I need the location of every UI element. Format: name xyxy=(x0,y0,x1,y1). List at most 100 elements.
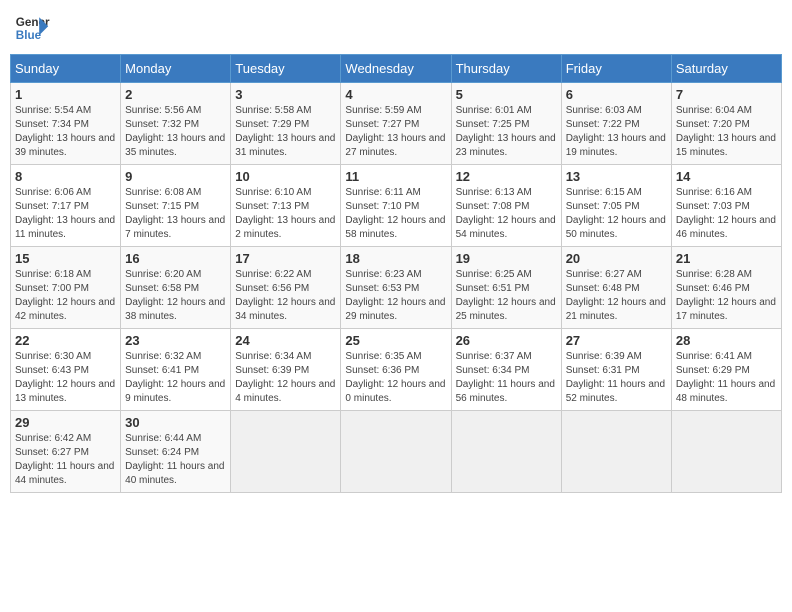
day-cell: 7 Sunrise: 6:04 AMSunset: 7:20 PMDayligh… xyxy=(671,83,781,165)
svg-text:Blue: Blue xyxy=(16,29,42,42)
day-number: 19 xyxy=(456,251,557,266)
day-number: 8 xyxy=(15,169,116,184)
day-number: 11 xyxy=(345,169,446,184)
day-info: Sunrise: 6:23 AMSunset: 6:53 PMDaylight:… xyxy=(345,268,446,324)
day-cell: 27 Sunrise: 6:39 AMSunset: 6:31 PMDaylig… xyxy=(561,329,671,411)
day-cell: 26 Sunrise: 6:37 AMSunset: 6:34 PMDaylig… xyxy=(451,329,561,411)
day-number: 21 xyxy=(676,251,777,266)
day-info: Sunrise: 6:34 AMSunset: 6:39 PMDaylight:… xyxy=(235,350,336,406)
day-of-week-header: Monday xyxy=(121,55,231,83)
day-number: 18 xyxy=(345,251,446,266)
day-info: Sunrise: 6:16 AMSunset: 7:03 PMDaylight:… xyxy=(676,186,777,242)
day-of-week-header: Thursday xyxy=(451,55,561,83)
day-cell: 2 Sunrise: 5:56 AMSunset: 7:32 PMDayligh… xyxy=(121,83,231,165)
day-number: 15 xyxy=(15,251,116,266)
day-info: Sunrise: 6:27 AMSunset: 6:48 PMDaylight:… xyxy=(566,268,667,324)
day-number: 16 xyxy=(125,251,226,266)
day-number: 17 xyxy=(235,251,336,266)
day-info: Sunrise: 6:01 AMSunset: 7:25 PMDaylight:… xyxy=(456,104,557,160)
day-info: Sunrise: 6:03 AMSunset: 7:22 PMDaylight:… xyxy=(566,104,667,160)
day-cell: 1 Sunrise: 5:54 AMSunset: 7:34 PMDayligh… xyxy=(11,83,121,165)
day-of-week-header: Tuesday xyxy=(231,55,341,83)
day-info: Sunrise: 5:54 AMSunset: 7:34 PMDaylight:… xyxy=(15,104,116,160)
day-cell: 12 Sunrise: 6:13 AMSunset: 7:08 PMDaylig… xyxy=(451,165,561,247)
day-info: Sunrise: 6:15 AMSunset: 7:05 PMDaylight:… xyxy=(566,186,667,242)
day-cell: 20 Sunrise: 6:27 AMSunset: 6:48 PMDaylig… xyxy=(561,247,671,329)
day-number: 27 xyxy=(566,333,667,348)
day-cell: 25 Sunrise: 6:35 AMSunset: 6:36 PMDaylig… xyxy=(341,329,451,411)
day-info: Sunrise: 6:08 AMSunset: 7:15 PMDaylight:… xyxy=(125,186,226,242)
day-info: Sunrise: 6:28 AMSunset: 6:46 PMDaylight:… xyxy=(676,268,777,324)
day-number: 9 xyxy=(125,169,226,184)
page-header: General Blue xyxy=(10,10,782,46)
empty-day-cell xyxy=(231,411,341,493)
day-of-week-header: Friday xyxy=(561,55,671,83)
day-info: Sunrise: 6:18 AMSunset: 7:00 PMDaylight:… xyxy=(15,268,116,324)
day-number: 3 xyxy=(235,87,336,102)
day-number: 12 xyxy=(456,169,557,184)
day-number: 24 xyxy=(235,333,336,348)
day-number: 10 xyxy=(235,169,336,184)
day-number: 23 xyxy=(125,333,226,348)
calendar-week-row: 22 Sunrise: 6:30 AMSunset: 6:43 PMDaylig… xyxy=(11,329,782,411)
calendar-week-row: 29 Sunrise: 6:42 AMSunset: 6:27 PMDaylig… xyxy=(11,411,782,493)
day-number: 30 xyxy=(125,415,226,430)
day-info: Sunrise: 6:42 AMSunset: 6:27 PMDaylight:… xyxy=(15,432,116,488)
day-cell: 22 Sunrise: 6:30 AMSunset: 6:43 PMDaylig… xyxy=(11,329,121,411)
day-info: Sunrise: 6:41 AMSunset: 6:29 PMDaylight:… xyxy=(676,350,777,406)
day-cell: 9 Sunrise: 6:08 AMSunset: 7:15 PMDayligh… xyxy=(121,165,231,247)
empty-day-cell xyxy=(671,411,781,493)
day-info: Sunrise: 6:44 AMSunset: 6:24 PMDaylight:… xyxy=(125,432,226,488)
day-cell: 16 Sunrise: 6:20 AMSunset: 6:58 PMDaylig… xyxy=(121,247,231,329)
day-cell: 17 Sunrise: 6:22 AMSunset: 6:56 PMDaylig… xyxy=(231,247,341,329)
calendar-week-row: 1 Sunrise: 5:54 AMSunset: 7:34 PMDayligh… xyxy=(11,83,782,165)
empty-day-cell xyxy=(561,411,671,493)
day-number: 2 xyxy=(125,87,226,102)
day-number: 13 xyxy=(566,169,667,184)
logo: General Blue xyxy=(14,10,50,46)
day-info: Sunrise: 5:56 AMSunset: 7:32 PMDaylight:… xyxy=(125,104,226,160)
day-info: Sunrise: 6:25 AMSunset: 6:51 PMDaylight:… xyxy=(456,268,557,324)
day-number: 5 xyxy=(456,87,557,102)
day-cell: 24 Sunrise: 6:34 AMSunset: 6:39 PMDaylig… xyxy=(231,329,341,411)
day-of-week-header: Saturday xyxy=(671,55,781,83)
day-number: 14 xyxy=(676,169,777,184)
day-info: Sunrise: 6:35 AMSunset: 6:36 PMDaylight:… xyxy=(345,350,446,406)
calendar-week-row: 8 Sunrise: 6:06 AMSunset: 7:17 PMDayligh… xyxy=(11,165,782,247)
day-cell: 21 Sunrise: 6:28 AMSunset: 6:46 PMDaylig… xyxy=(671,247,781,329)
day-info: Sunrise: 6:06 AMSunset: 7:17 PMDaylight:… xyxy=(15,186,116,242)
calendar-week-row: 15 Sunrise: 6:18 AMSunset: 7:00 PMDaylig… xyxy=(11,247,782,329)
day-number: 4 xyxy=(345,87,446,102)
day-info: Sunrise: 6:04 AMSunset: 7:20 PMDaylight:… xyxy=(676,104,777,160)
day-info: Sunrise: 6:30 AMSunset: 6:43 PMDaylight:… xyxy=(15,350,116,406)
day-cell: 18 Sunrise: 6:23 AMSunset: 6:53 PMDaylig… xyxy=(341,247,451,329)
day-cell: 29 Sunrise: 6:42 AMSunset: 6:27 PMDaylig… xyxy=(11,411,121,493)
day-info: Sunrise: 6:20 AMSunset: 6:58 PMDaylight:… xyxy=(125,268,226,324)
day-cell: 14 Sunrise: 6:16 AMSunset: 7:03 PMDaylig… xyxy=(671,165,781,247)
day-number: 20 xyxy=(566,251,667,266)
day-cell: 19 Sunrise: 6:25 AMSunset: 6:51 PMDaylig… xyxy=(451,247,561,329)
day-info: Sunrise: 6:32 AMSunset: 6:41 PMDaylight:… xyxy=(125,350,226,406)
day-cell: 3 Sunrise: 5:58 AMSunset: 7:29 PMDayligh… xyxy=(231,83,341,165)
logo-icon: General Blue xyxy=(14,10,50,46)
day-info: Sunrise: 5:59 AMSunset: 7:27 PMDaylight:… xyxy=(345,104,446,160)
calendar-table: SundayMondayTuesdayWednesdayThursdayFrid… xyxy=(10,54,782,493)
day-number: 7 xyxy=(676,87,777,102)
day-cell: 23 Sunrise: 6:32 AMSunset: 6:41 PMDaylig… xyxy=(121,329,231,411)
empty-day-cell xyxy=(451,411,561,493)
header-row: SundayMondayTuesdayWednesdayThursdayFrid… xyxy=(11,55,782,83)
day-cell: 10 Sunrise: 6:10 AMSunset: 7:13 PMDaylig… xyxy=(231,165,341,247)
day-info: Sunrise: 6:13 AMSunset: 7:08 PMDaylight:… xyxy=(456,186,557,242)
day-number: 29 xyxy=(15,415,116,430)
day-info: Sunrise: 6:22 AMSunset: 6:56 PMDaylight:… xyxy=(235,268,336,324)
day-cell: 6 Sunrise: 6:03 AMSunset: 7:22 PMDayligh… xyxy=(561,83,671,165)
day-number: 1 xyxy=(15,87,116,102)
day-number: 22 xyxy=(15,333,116,348)
day-cell: 30 Sunrise: 6:44 AMSunset: 6:24 PMDaylig… xyxy=(121,411,231,493)
day-cell: 4 Sunrise: 5:59 AMSunset: 7:27 PMDayligh… xyxy=(341,83,451,165)
day-cell: 13 Sunrise: 6:15 AMSunset: 7:05 PMDaylig… xyxy=(561,165,671,247)
day-cell: 8 Sunrise: 6:06 AMSunset: 7:17 PMDayligh… xyxy=(11,165,121,247)
day-info: Sunrise: 6:39 AMSunset: 6:31 PMDaylight:… xyxy=(566,350,667,406)
day-cell: 28 Sunrise: 6:41 AMSunset: 6:29 PMDaylig… xyxy=(671,329,781,411)
day-of-week-header: Wednesday xyxy=(341,55,451,83)
